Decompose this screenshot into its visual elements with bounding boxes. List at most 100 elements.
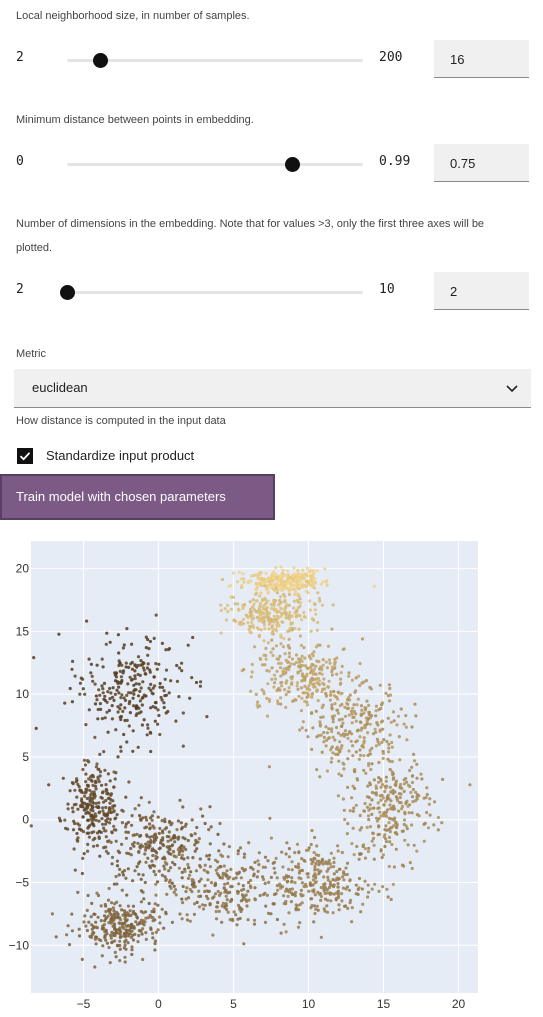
n-neighbors-slider-thumb[interactable]: [92, 53, 108, 68]
scatter-point: [410, 811, 414, 815]
scatter-point: [319, 715, 323, 719]
standardize-checkbox[interactable]: [17, 448, 33, 464]
train-model-button[interactable]: Train model with chosen parameters: [0, 474, 275, 520]
scatter-point: [220, 854, 225, 858]
scatter-point: [303, 676, 307, 680]
min-dist-input[interactable]: 0.75: [434, 144, 529, 182]
scatter-point: [282, 922, 286, 926]
scatter-point: [312, 618, 316, 622]
scatter-point: [85, 928, 89, 933]
scatter-point: [90, 779, 94, 783]
scatter-point: [326, 875, 330, 879]
n-components-slider-thumb[interactable]: [60, 285, 75, 300]
scatter-point: [137, 706, 141, 710]
scatter-point: [300, 869, 304, 873]
scatter-point: [172, 884, 176, 888]
scatter-point: [148, 822, 152, 826]
scatter-point: [146, 637, 150, 642]
min-dist-slider-thumb[interactable]: [284, 157, 300, 172]
standardize-label[interactable]: Standardize input product: [46, 448, 194, 463]
scatter-point: [213, 858, 218, 862]
scatter-point: [226, 855, 230, 859]
scatter-point: [258, 893, 262, 898]
scatter-point: [403, 812, 407, 816]
scatter-point: [129, 935, 134, 939]
scatter-point: [308, 608, 312, 612]
scatter-point: [171, 850, 176, 854]
chevron-down-icon[interactable]: [505, 381, 519, 400]
scatter-point: [87, 760, 91, 764]
scatter-point: [110, 831, 114, 835]
scatter-point: [411, 774, 415, 778]
scatter-point: [251, 598, 255, 602]
scatter-point: [310, 862, 314, 866]
scatter-point: [103, 716, 107, 720]
scatter-point: [389, 720, 393, 724]
scatter-point: [322, 730, 326, 735]
scatter-point: [279, 674, 283, 678]
scatter-point: [370, 812, 374, 816]
scatter-point: [387, 821, 391, 825]
scatter-point: [199, 807, 203, 811]
scatter-point: [333, 660, 337, 664]
scatter-point: [348, 901, 352, 905]
scatter-point: [290, 657, 295, 661]
scatter-point: [234, 876, 238, 880]
scatter-point: [274, 576, 278, 580]
scatter-point: [236, 852, 240, 856]
scatter-point: [347, 695, 351, 700]
scatter-point: [108, 817, 112, 821]
scatter-point: [325, 583, 329, 587]
scatter-point: [242, 604, 246, 608]
scatter-point: [330, 729, 334, 734]
scatter-point: [378, 810, 382, 814]
scatter-point: [66, 924, 70, 928]
scatter-point: [112, 909, 116, 913]
scatter-point: [127, 780, 131, 784]
scatter-point: [97, 688, 101, 692]
scatter-point: [361, 843, 366, 847]
scatter-point: [276, 888, 280, 892]
scatter-point: [180, 856, 184, 860]
scatter-point: [366, 890, 371, 894]
scatter-point: [152, 810, 156, 814]
scatter-point: [186, 876, 191, 880]
scatter-point: [220, 577, 224, 582]
scatter-point: [121, 924, 125, 928]
scatter-point: [367, 764, 371, 768]
n-components-input[interactable]: 2: [434, 272, 529, 310]
scatter-point: [337, 903, 341, 907]
scatter-point: [391, 882, 395, 886]
min-dist-slider-track[interactable]: [67, 157, 363, 172]
scatter-point: [110, 901, 114, 905]
scatter-point: [256, 700, 260, 704]
scatter-point: [313, 872, 317, 876]
scatter-point: [169, 852, 173, 856]
scatter-point: [365, 719, 369, 723]
n-neighbors-input[interactable]: 16: [434, 40, 529, 78]
scatter-point: [32, 656, 36, 660]
scatter-point: [287, 637, 291, 641]
scatter-point: [78, 692, 82, 696]
n-components-slider-track[interactable]: [60, 285, 363, 300]
scatter-point: [140, 703, 144, 707]
scatter-point: [355, 729, 360, 733]
scatter-point: [138, 699, 142, 703]
scatter-point: [104, 783, 108, 787]
embedding-scatter-plot[interactable]: −5 0 5 10 15 20 −10−505101520: [0, 530, 543, 1010]
scatter-point: [263, 865, 268, 869]
metric-select[interactable]: euclidean: [14, 369, 531, 408]
scatter-point: [117, 685, 121, 689]
y-tick-label: −10: [9, 938, 30, 952]
n-neighbors-slider-track[interactable]: [67, 53, 363, 68]
scatter-point: [163, 867, 167, 871]
scatter-point: [341, 797, 345, 801]
scatter-point: [78, 789, 82, 793]
scatter-point: [310, 828, 314, 833]
scatter-point: [354, 883, 358, 887]
scatter-point: [266, 641, 270, 645]
scatter-point: [223, 882, 227, 886]
scatter-point: [267, 622, 271, 626]
scatter-point: [147, 686, 151, 690]
scatter-point: [151, 853, 155, 858]
